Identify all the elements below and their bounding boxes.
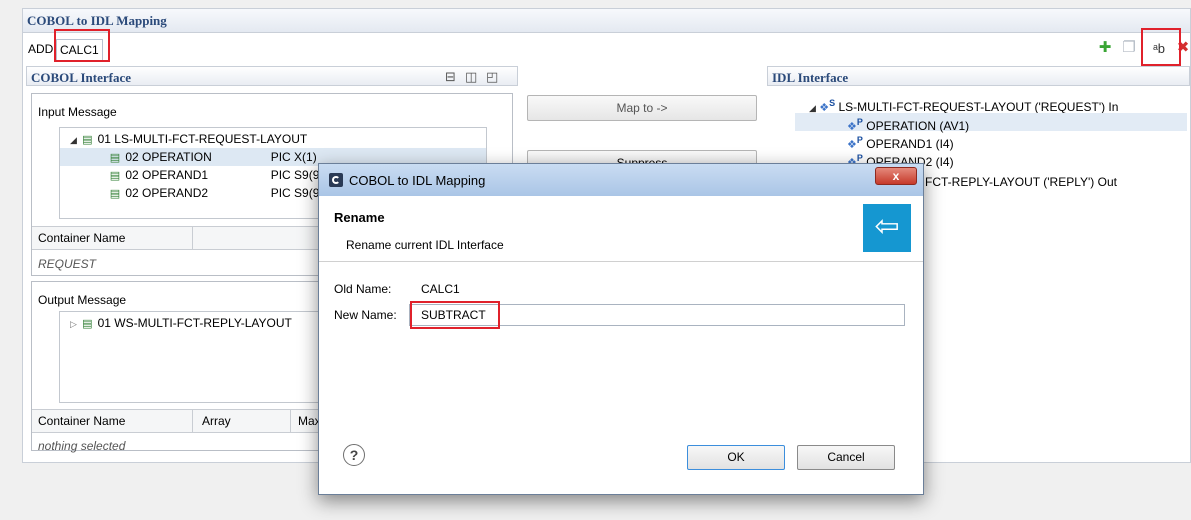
output-container-value: nothing selected bbox=[38, 439, 126, 453]
column-divider bbox=[192, 227, 193, 249]
cobol-field-icon: ▤ bbox=[109, 170, 121, 182]
field-name: 02 OPERATION bbox=[125, 150, 212, 164]
cancel-button[interactable]: Cancel bbox=[797, 445, 895, 470]
dialog-title-bar: COBOL to IDL Mapping x bbox=[319, 164, 923, 196]
expand-arrow-icon[interactable]: ▷ bbox=[70, 319, 77, 329]
idl-item-operand1[interactable]: ❖P OPERAND1 (I4) bbox=[847, 131, 954, 151]
editor-title: COBOL to IDL Mapping bbox=[27, 13, 167, 28]
idl-item-label: FCT-REPLY-LAYOUT ('REPLY') Out bbox=[925, 175, 1117, 189]
field-pic: PIC S9(9) bbox=[270, 186, 324, 200]
old-name-value: CALC1 bbox=[421, 282, 460, 296]
field-name: 02 OPERAND2 bbox=[125, 186, 209, 200]
cobol-group-icon: ▤ bbox=[82, 318, 93, 330]
parameter-marker-icon: P bbox=[856, 135, 863, 145]
layout-horizontal-icon[interactable]: ⊟ bbox=[445, 69, 456, 85]
column-array: Array bbox=[202, 414, 231, 428]
highlight-new-name bbox=[410, 301, 500, 329]
field-name: 02 OPERAND1 bbox=[125, 168, 209, 182]
plus-icon[interactable]: ✚ bbox=[1096, 38, 1114, 58]
ok-button[interactable]: OK bbox=[687, 445, 785, 470]
column-divider bbox=[290, 410, 291, 432]
dialog-subheading: Rename current IDL Interface bbox=[346, 238, 504, 252]
tree-item-label: 01 WS-MULTI-FCT-REPLY-LAYOUT bbox=[97, 316, 292, 330]
idl-interface-header: IDL Interface bbox=[767, 66, 1190, 86]
tab-add[interactable]: ADD bbox=[25, 39, 56, 61]
input-message-title: Input Message bbox=[38, 105, 117, 119]
rename-dialog: COBOL to IDL Mapping x Rename Rename cur… bbox=[318, 163, 924, 495]
cobol-field-icon: ▤ bbox=[109, 188, 121, 200]
idl-interface-title: IDL Interface bbox=[772, 70, 849, 85]
layout-single-icon[interactable]: ◰ bbox=[486, 69, 498, 85]
highlight-tab bbox=[54, 29, 110, 62]
interface-tabbar: ADD CALC1 bbox=[23, 36, 1190, 64]
output-message-title: Output Message bbox=[38, 293, 127, 307]
old-name-label: Old Name: bbox=[334, 282, 392, 296]
app-icon bbox=[329, 173, 343, 187]
cobol-interface-header: COBOL Interface ⊟ ◫ ◰ bbox=[26, 66, 518, 86]
idl-item-reply[interactable]: FCT-REPLY-LAYOUT ('REPLY') Out bbox=[925, 173, 1117, 191]
structure-marker-icon: S bbox=[829, 98, 836, 108]
editor-title-bar: COBOL to IDL Mapping bbox=[23, 9, 1190, 33]
idl-item-label: LS-MULTI-FCT-REQUEST-LAYOUT ('REQUEST') … bbox=[838, 100, 1119, 114]
new-name-label: New Name: bbox=[334, 308, 397, 322]
map-to-button[interactable]: Map to -> bbox=[527, 95, 757, 121]
rename-arrows-icon: ⇦ bbox=[863, 204, 911, 252]
parameter-marker-icon: P bbox=[856, 117, 863, 127]
tree-item-label: 01 LS-MULTI-FCT-REQUEST-LAYOUT bbox=[97, 132, 308, 146]
dialog-heading: Rename bbox=[334, 210, 385, 225]
collapse-arrow-icon[interactable]: ◢ bbox=[70, 135, 77, 145]
parameter-marker-icon: P bbox=[856, 153, 863, 163]
cobol-field-icon: ▤ bbox=[109, 152, 121, 164]
close-button[interactable]: x bbox=[875, 167, 917, 185]
column-container-name: Container Name bbox=[38, 231, 126, 245]
dialog-banner: Rename Rename current IDL Interface ⇦ bbox=[319, 196, 923, 262]
column-container-name: Container Name bbox=[38, 414, 126, 428]
cobol-interface-title: COBOL Interface bbox=[31, 70, 132, 85]
field-pic: PIC X(1) bbox=[270, 150, 317, 164]
tree-item-request-layout[interactable]: ◢ ▤ 01 LS-MULTI-FCT-REQUEST-LAYOUT bbox=[70, 130, 307, 148]
dialog-title: COBOL to IDL Mapping bbox=[349, 173, 486, 188]
tree-item-reply-layout[interactable]: ▷ ▤ 01 WS-MULTI-FCT-REPLY-LAYOUT bbox=[70, 314, 292, 332]
column-divider bbox=[192, 410, 193, 432]
highlight-rename bbox=[1141, 28, 1181, 66]
input-container-value: REQUEST bbox=[38, 257, 97, 271]
idl-item-request[interactable]: ◢ ❖S LS-MULTI-FCT-REQUEST-LAYOUT ('REQUE… bbox=[809, 94, 1119, 114]
collapse-arrow-icon[interactable]: ◢ bbox=[809, 103, 816, 113]
layout-vertical-icon[interactable]: ◫ bbox=[465, 69, 477, 85]
copy-icon[interactable]: ❐ bbox=[1120, 38, 1138, 58]
idl-item-operation[interactable]: ❖P OPERATION (AV1) bbox=[795, 113, 1187, 133]
help-icon[interactable]: ? bbox=[343, 444, 365, 466]
cobol-group-icon: ▤ bbox=[82, 134, 93, 146]
field-pic: PIC S9(9) bbox=[270, 168, 324, 182]
